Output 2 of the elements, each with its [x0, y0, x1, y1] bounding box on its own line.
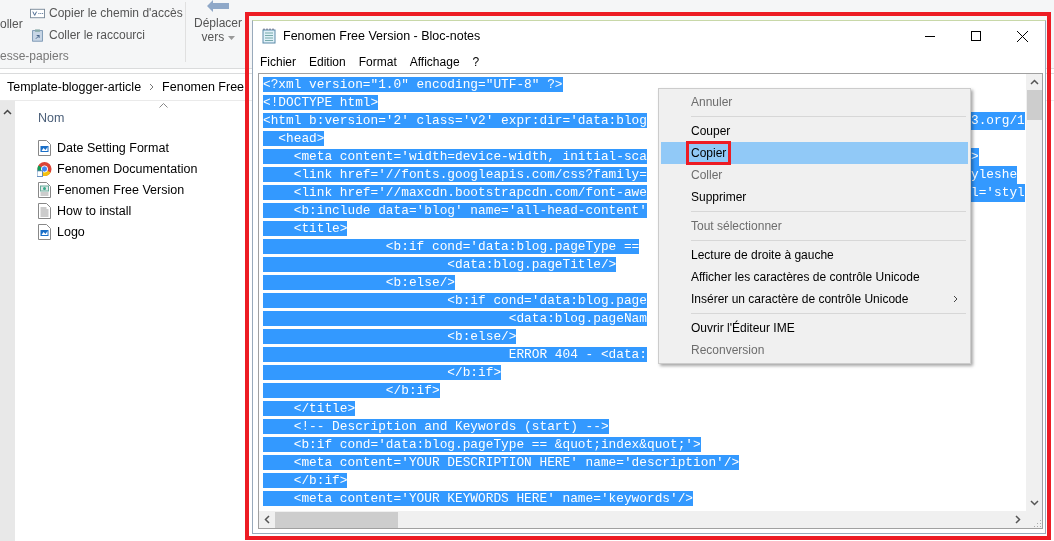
group-label: esse-papiers: [0, 49, 69, 63]
window-title: Fenomen Free Version - Bloc-notes: [283, 29, 481, 43]
